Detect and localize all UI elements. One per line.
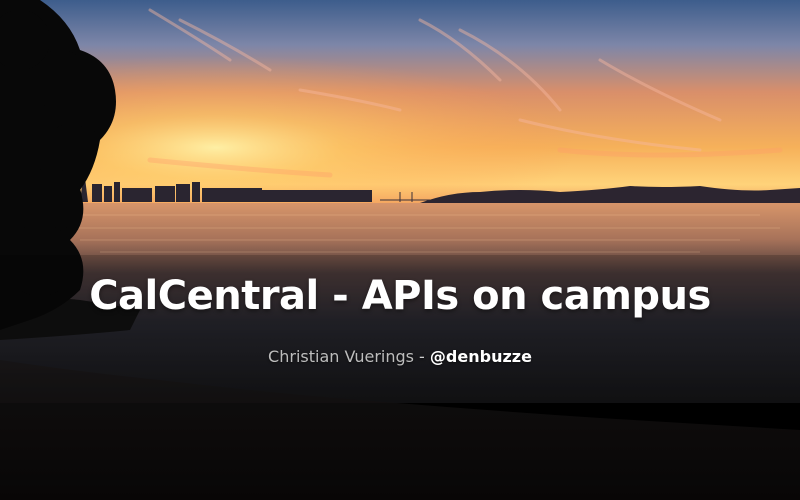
sunset-bay-photo bbox=[0, 0, 800, 500]
author-name: Christian Vuerings bbox=[268, 347, 414, 366]
slide-byline: Christian Vuerings - @denbuzze bbox=[0, 345, 800, 369]
slide-title: CalCentral - APIs on campus bbox=[89, 273, 711, 319]
presentation-slide: CalCentral - APIs on campus Christian Vu… bbox=[0, 0, 800, 500]
byline-separator: - bbox=[413, 347, 430, 366]
twitter-handle: @denbuzze bbox=[429, 347, 532, 366]
